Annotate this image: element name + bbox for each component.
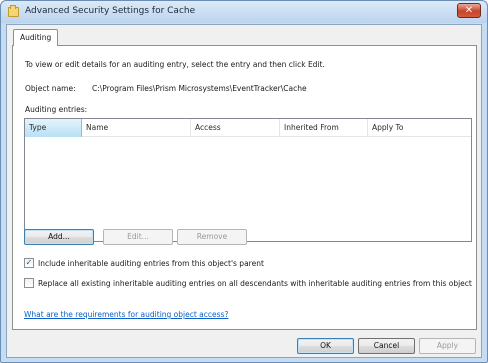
auditing-requirements-link[interactable]: What are the requirements for auditing o… bbox=[24, 310, 228, 319]
apply-button[interactable]: Apply bbox=[419, 338, 476, 354]
dialog-client-area: Auditing To view or edit details for an … bbox=[6, 24, 482, 358]
column-header-inherited-from[interactable]: Inherited From bbox=[280, 119, 368, 137]
auditing-entries-list[interactable]: Type Name Access Inherited From Apply To bbox=[24, 118, 472, 242]
remove-button[interactable]: Remove bbox=[177, 229, 247, 245]
replace-all-label[interactable]: Replace all existing inheritable auditin… bbox=[38, 279, 472, 288]
edit-button[interactable]: Edit... bbox=[103, 229, 173, 245]
instructions-text: To view or edit details for an auditing … bbox=[25, 60, 325, 69]
list-header: Type Name Access Inherited From Apply To bbox=[25, 119, 471, 137]
close-button[interactable]: ✕ bbox=[457, 3, 481, 18]
cancel-button[interactable]: Cancel bbox=[358, 338, 415, 354]
replace-all-checkbox[interactable] bbox=[24, 278, 34, 288]
column-header-type[interactable]: Type bbox=[25, 119, 82, 137]
column-header-access[interactable]: Access bbox=[191, 119, 280, 137]
dialog-window: Advanced Security Settings for Cache ✕ A… bbox=[0, 0, 488, 363]
object-name-value: C:\Program Files\Prism Microsystems\Even… bbox=[92, 84, 307, 93]
column-header-apply-to[interactable]: Apply To bbox=[368, 119, 471, 137]
ok-button[interactable]: OK bbox=[297, 338, 354, 354]
add-button[interactable]: Add... bbox=[24, 229, 94, 245]
title-bar[interactable]: Advanced Security Settings for Cache ✕ bbox=[1, 1, 487, 23]
auditing-entries-label: Auditing entries: bbox=[25, 105, 88, 114]
window-title: Advanced Security Settings for Cache bbox=[25, 6, 196, 16]
object-name-label: Object name: bbox=[25, 84, 76, 93]
include-inheritable-checkbox[interactable]: ✓ bbox=[24, 258, 34, 268]
include-inheritable-label[interactable]: Include inheritable auditing entries fro… bbox=[38, 259, 264, 268]
tab-auditing[interactable]: Auditing bbox=[13, 29, 59, 46]
column-header-name[interactable]: Name bbox=[82, 119, 191, 137]
folder-icon bbox=[8, 5, 19, 17]
